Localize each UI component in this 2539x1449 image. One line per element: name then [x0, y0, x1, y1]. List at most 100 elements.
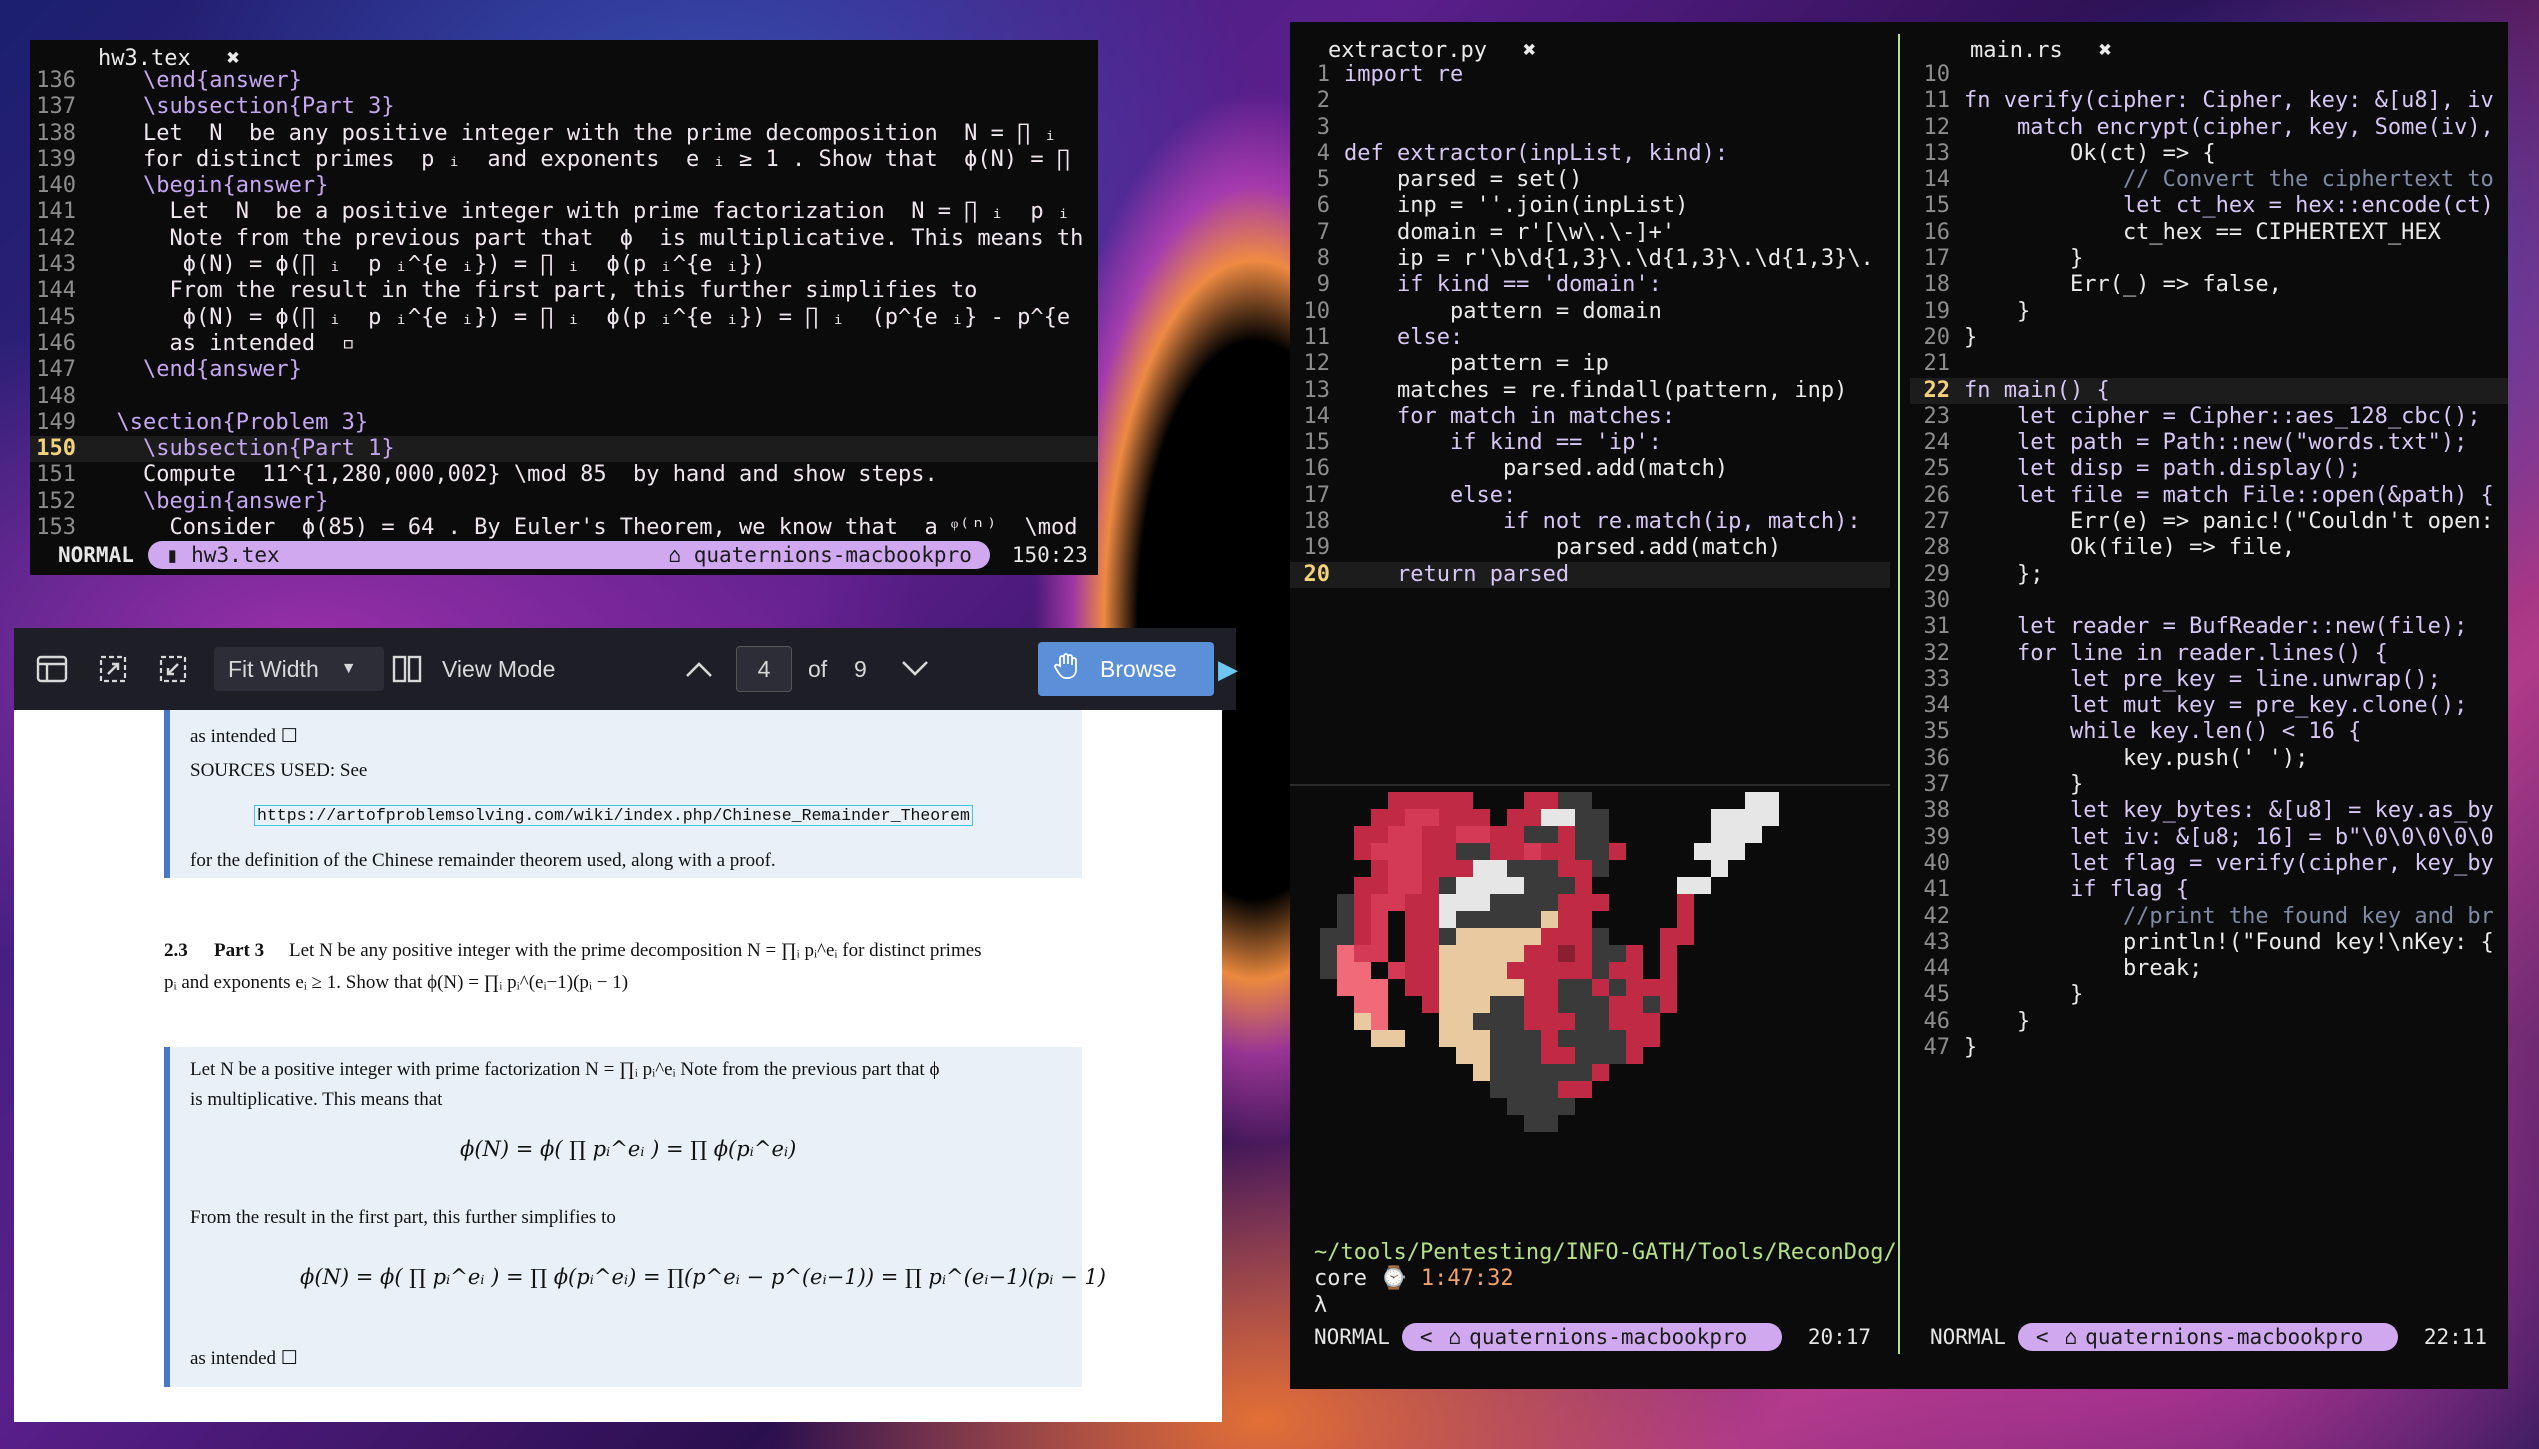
- shrink-icon[interactable]: [158, 628, 188, 710]
- code-line[interactable]: 141 Let N be a positive integer with pri…: [30, 199, 1098, 225]
- page-number-input[interactable]: 4: [736, 646, 792, 692]
- code-line[interactable]: 138 Let N be any positive integer with t…: [30, 121, 1098, 147]
- code-line[interactable]: 18 if not re.match(ip, match):: [1290, 509, 1890, 535]
- code-line[interactable]: 15 if kind == 'ip':: [1290, 430, 1890, 456]
- code-line[interactable]: 20 return parsed: [1290, 561, 1890, 588]
- code-line[interactable]: 136 \end{answer}: [30, 68, 1098, 94]
- code-line[interactable]: 39 let iv: &[u8; 16] = b"\0\0\0\0\0: [1910, 825, 2508, 851]
- view-mode-icon[interactable]: [392, 628, 422, 710]
- code-line[interactable]: 13 matches = re.findall(pattern, inp): [1290, 378, 1890, 404]
- code-line[interactable]: 151 Compute 11^{1,280,000,002} \mod 85 b…: [30, 462, 1098, 488]
- code-line[interactable]: 7 domain = r'[\w\.\-]+': [1290, 220, 1890, 246]
- view-mode-button[interactable]: View Mode: [442, 628, 555, 710]
- code-line[interactable]: 13 Ok(ct) => {: [1910, 141, 2508, 167]
- python-code-area[interactable]: 1 import re 2 3 4 def extractor(inpList, kind…: [1290, 62, 1890, 588]
- code-line[interactable]: 14 // Convert the ciphertext to: [1910, 167, 2508, 193]
- code-line[interactable]: 17 else:: [1290, 483, 1890, 509]
- code-line[interactable]: 30: [1910, 588, 2508, 614]
- line-number: 16: [1923, 219, 1951, 245]
- code-line[interactable]: 12 match encrypt(cipher, key, Some(iv),: [1910, 115, 2508, 141]
- code-line[interactable]: 20}: [1910, 325, 2508, 351]
- close-icon[interactable]: ✖: [227, 46, 240, 71]
- code-line[interactable]: 147 \end{answer}: [30, 357, 1098, 383]
- code-line[interactable]: 11 fn verify(cipher: Cipher, key: &[u8], …: [1910, 88, 2508, 114]
- browse-button[interactable]: Browse: [1038, 642, 1214, 696]
- code-line[interactable]: 26 let file = match File::open(&path) {: [1910, 483, 2508, 509]
- code-line[interactable]: 3: [1290, 115, 1890, 141]
- code-line[interactable]: 17 }: [1910, 246, 2508, 272]
- code-line[interactable]: 40 let flag = verify(cipher, key_by: [1910, 851, 2508, 877]
- chevron-up-icon[interactable]: [684, 628, 714, 710]
- browse-arrow-icon[interactable]: ▶: [1218, 628, 1238, 710]
- shell-prompt[interactable]: ~/tools/Pentesting/INFO-GATH/Tools/Recon…: [1314, 1240, 1897, 1319]
- code-line[interactable]: 10: [1910, 62, 2508, 88]
- code-line[interactable]: 21: [1910, 351, 2508, 377]
- code-line[interactable]: 144 From the result in the first part, t…: [30, 278, 1098, 304]
- code-line[interactable]: 27 Err(e) => panic!("Couldn't open:: [1910, 509, 2508, 535]
- code-line[interactable]: 15 let ct_hex = hex::encode(ct): [1910, 193, 2508, 219]
- code-line[interactable]: 1 import re: [1290, 62, 1890, 88]
- code-line[interactable]: 16 parsed.add(match): [1290, 456, 1890, 482]
- pdf-page[interactable]: as intended ☐ SOURCES USED: See https://…: [14, 710, 1222, 1422]
- code-line[interactable]: 32 for line in reader.lines() {: [1910, 641, 2508, 667]
- code-line[interactable]: 152 \begin{answer}: [30, 489, 1098, 515]
- code-line[interactable]: 34 let mut key = pre_key.clone();: [1910, 693, 2508, 719]
- chevron-down-icon[interactable]: [900, 628, 930, 710]
- code-line[interactable]: 42 //print the found key and br: [1910, 904, 2508, 930]
- code-line[interactable]: 18 Err(_) => false,: [1910, 272, 2508, 298]
- sprite-pixel: [1643, 996, 1660, 1013]
- code-line[interactable]: 149 \section{Problem 3}: [30, 410, 1098, 436]
- code-line[interactable]: 46 }: [1910, 1009, 2508, 1035]
- code-line[interactable]: 24 let path = Path::new("words.txt");: [1910, 430, 2508, 456]
- fit-page-icon[interactable]: [98, 628, 128, 710]
- code-line[interactable]: 36 key.push(' ');: [1910, 746, 2508, 772]
- code-line[interactable]: 33 let pre_key = line.unwrap();: [1910, 667, 2508, 693]
- code-line[interactable]: 37 }: [1910, 772, 2508, 798]
- code-line[interactable]: 19 parsed.add(match): [1290, 535, 1890, 561]
- code-line[interactable]: 38 let key_bytes: &[u8] = key.as_by: [1910, 798, 2508, 824]
- code-line[interactable]: 47}: [1910, 1035, 2508, 1061]
- code-line[interactable]: 153 Consider ϕ(85) = 64 . By Euler's The…: [30, 515, 1098, 541]
- terminal-window[interactable]: extractor.py ✖ 1 import re 2 3 4 def extracto…: [1290, 22, 2508, 1389]
- code-line[interactable]: 9 if kind == 'domain':: [1290, 272, 1890, 298]
- rust-code-area[interactable]: 10 11 fn verify(cipher: Cipher, key: &[u8]…: [1910, 62, 2508, 1061]
- close-icon[interactable]: ✖: [1523, 38, 1536, 63]
- code-line[interactable]: 16 ct_hex == CIPHERTEXT_HEX: [1910, 220, 2508, 246]
- tex-editor-window[interactable]: hw3.tex ✖ 136 \end{answer} 137 \subsectio…: [30, 40, 1098, 575]
- code-line[interactable]: 31 let reader = BufReader::new(file);: [1910, 614, 2508, 640]
- code-line[interactable]: 10 pattern = domain: [1290, 299, 1890, 325]
- fit-width-select[interactable]: Fit Width ▼: [214, 647, 384, 691]
- code-line[interactable]: 29 };: [1910, 562, 2508, 588]
- code-line[interactable]: 140 \begin{answer}: [30, 173, 1098, 199]
- code-line[interactable]: 19 }: [1910, 299, 2508, 325]
- code-line[interactable]: 148: [30, 384, 1098, 410]
- code-line[interactable]: 44 break;: [1910, 956, 2508, 982]
- code-line[interactable]: 137 \subsection{Part 3}: [30, 94, 1098, 120]
- code-line[interactable]: 139 for distinct primes p ᵢ and exponent…: [30, 147, 1098, 173]
- code-line[interactable]: 35 while key.len() < 16 {: [1910, 719, 2508, 745]
- code-line[interactable]: 22 fn main() {: [1910, 377, 2508, 404]
- code-line[interactable]: 4 def extractor(inpList, kind):: [1290, 141, 1890, 167]
- code-line[interactable]: 45 }: [1910, 982, 2508, 1008]
- code-line[interactable]: 2: [1290, 88, 1890, 114]
- sidebar-toggle-icon[interactable]: [36, 628, 68, 710]
- code-line[interactable]: 143 ϕ(N) = ϕ(∏ ᵢ p ᵢ^{e ᵢ}) = ∏ ᵢ ϕ(p ᵢ^…: [30, 252, 1098, 278]
- code-line[interactable]: 11 else:: [1290, 325, 1890, 351]
- code-line[interactable]: 41 if flag {: [1910, 877, 2508, 903]
- code-line[interactable]: 145 ϕ(N) = ϕ(∏ ᵢ p ᵢ^{e ᵢ}) = ∏ ᵢ ϕ(p ᵢ^…: [30, 305, 1098, 331]
- code-line[interactable]: 142 Note from the previous part that ϕ i…: [30, 226, 1098, 252]
- code-line[interactable]: 14 for match in matches:: [1290, 404, 1890, 430]
- code-line[interactable]: 8 ip = r'\b\d{1,3}\.\d{1,3}\.\d{1,3}\.: [1290, 246, 1890, 272]
- code-line[interactable]: 6 inp = ''.join(inpList): [1290, 193, 1890, 219]
- code-line[interactable]: 23 let cipher = Cipher::aes_128_cbc();: [1910, 404, 2508, 430]
- code-line[interactable]: 5 parsed = set(): [1290, 167, 1890, 193]
- code-line[interactable]: 150 \subsection{Part 1}: [30, 436, 1098, 463]
- code-line[interactable]: 146 as intended ▫: [30, 331, 1098, 357]
- close-icon[interactable]: ✖: [2099, 38, 2112, 63]
- tex-code-area[interactable]: 136 \end{answer} 137 \subsection{Part 3} 1…: [30, 68, 1098, 541]
- code-line[interactable]: 43 println!("Found key!\nKey: {: [1910, 930, 2508, 956]
- code-line[interactable]: 25 let disp = path.display();: [1910, 456, 2508, 482]
- code-line[interactable]: 28 Ok(file) => file,: [1910, 535, 2508, 561]
- source-link[interactable]: https://artofproblemsolving.com/wiki/ind…: [254, 805, 973, 826]
- code-line[interactable]: 12 pattern = ip: [1290, 351, 1890, 377]
